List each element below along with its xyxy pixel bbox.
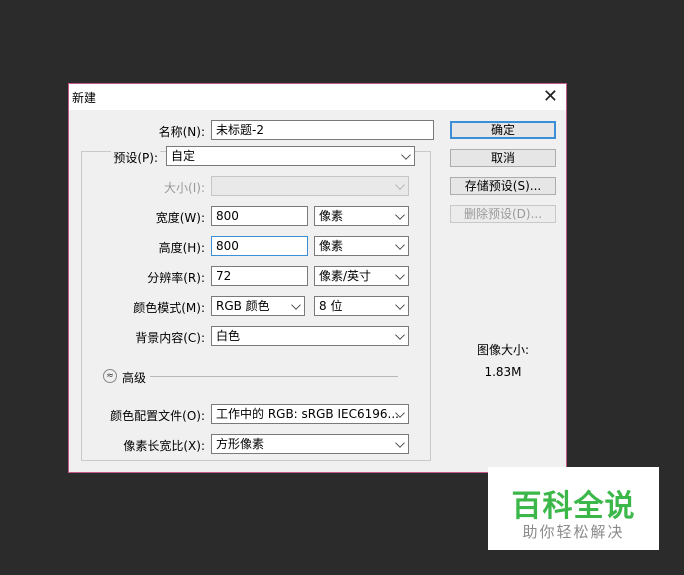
cancel-button[interactable]: 取消 xyxy=(450,149,556,167)
dialog-title: 新建 xyxy=(72,91,97,105)
bit-depth-value: 8 位 xyxy=(319,299,343,313)
height-unit-select[interactable]: 像素 xyxy=(314,236,409,256)
pixel-aspect-select[interactable]: 方形像素 xyxy=(211,434,409,454)
height-label: 高度(H): xyxy=(158,241,205,255)
preset-value: 自定 xyxy=(171,149,196,163)
chevron-down-icon xyxy=(395,270,405,280)
bit-depth-select[interactable]: 8 位 xyxy=(314,296,409,316)
watermark-subtitle: 助你轻松解决 xyxy=(522,523,625,541)
width-unit-select[interactable]: 像素 xyxy=(314,206,409,226)
dialog-titlebar: 新建 ✕ xyxy=(69,84,566,110)
chevron-down-icon xyxy=(291,300,301,310)
ok-button[interactable]: 确定 xyxy=(450,121,556,139)
preset-label: 预设(P): xyxy=(111,149,160,166)
chevron-down-icon xyxy=(395,438,405,448)
color-profile-label: 颜色配置文件(O): xyxy=(110,409,205,423)
chevron-down-icon xyxy=(401,150,411,160)
color-profile-value: 工作中的 RGB: sRGB IEC6196... xyxy=(216,407,399,421)
chevron-down-icon xyxy=(395,240,405,250)
advanced-divider xyxy=(150,376,398,377)
save-preset-button[interactable]: 存储预设(S)... xyxy=(450,177,556,195)
background-value: 白色 xyxy=(216,329,241,343)
close-icon[interactable]: ✕ xyxy=(543,86,558,108)
name-label: 名称(N): xyxy=(158,125,205,139)
watermark-logo: 百科全说 助你轻松解决 xyxy=(488,467,659,550)
chevron-down-icon xyxy=(395,210,405,220)
color-mode-value: RGB 颜色 xyxy=(216,299,270,313)
pixel-aspect-value: 方形像素 xyxy=(216,437,265,451)
image-size-label: 图像大小: xyxy=(476,343,530,357)
size-label: 大小(I): xyxy=(164,181,205,195)
chevron-down-icon xyxy=(395,300,405,310)
resolution-input[interactable]: 72 xyxy=(211,266,308,286)
background-select[interactable]: 白色 xyxy=(211,326,409,346)
height-input[interactable]: 800 xyxy=(211,236,308,256)
watermark-title: 百科全说 xyxy=(511,489,636,524)
color-mode-select[interactable]: RGB 颜色 xyxy=(211,296,305,316)
chevron-down-icon xyxy=(395,180,405,190)
color-profile-select[interactable]: 工作中的 RGB: sRGB IEC6196... xyxy=(211,404,409,424)
delete-preset-button: 删除预设(D)... xyxy=(450,205,556,223)
chevron-down-icon xyxy=(395,330,405,340)
advanced-toggle-label[interactable]: 高级 xyxy=(122,369,146,386)
width-label: 宽度(W): xyxy=(155,211,205,225)
width-input[interactable]: 800 xyxy=(211,206,308,226)
image-size-value: 1.83M xyxy=(484,365,522,379)
height-unit-value: 像素 xyxy=(319,239,344,253)
color-mode-label: 颜色模式(M): xyxy=(133,301,205,315)
resolution-unit-select[interactable]: 像素/英寸 xyxy=(314,266,409,286)
size-select xyxy=(211,176,409,196)
pixel-aspect-label: 像素长宽比(X): xyxy=(123,439,205,453)
width-unit-value: 像素 xyxy=(319,209,344,223)
chevron-up-double-icon[interactable]: ≈ xyxy=(103,369,117,383)
resolution-label: 分辨率(R): xyxy=(147,271,205,285)
resolution-unit-value: 像素/英寸 xyxy=(319,269,372,283)
name-input[interactable]: 未标题-2 xyxy=(211,120,434,140)
preset-select[interactable]: 自定 xyxy=(166,146,415,166)
background-label: 背景内容(C): xyxy=(135,331,205,345)
new-document-dialog: 新建 ✕ 名称(N): 未标题-2 预设(P): 自定 大小(I): 宽度(W)… xyxy=(68,83,567,473)
